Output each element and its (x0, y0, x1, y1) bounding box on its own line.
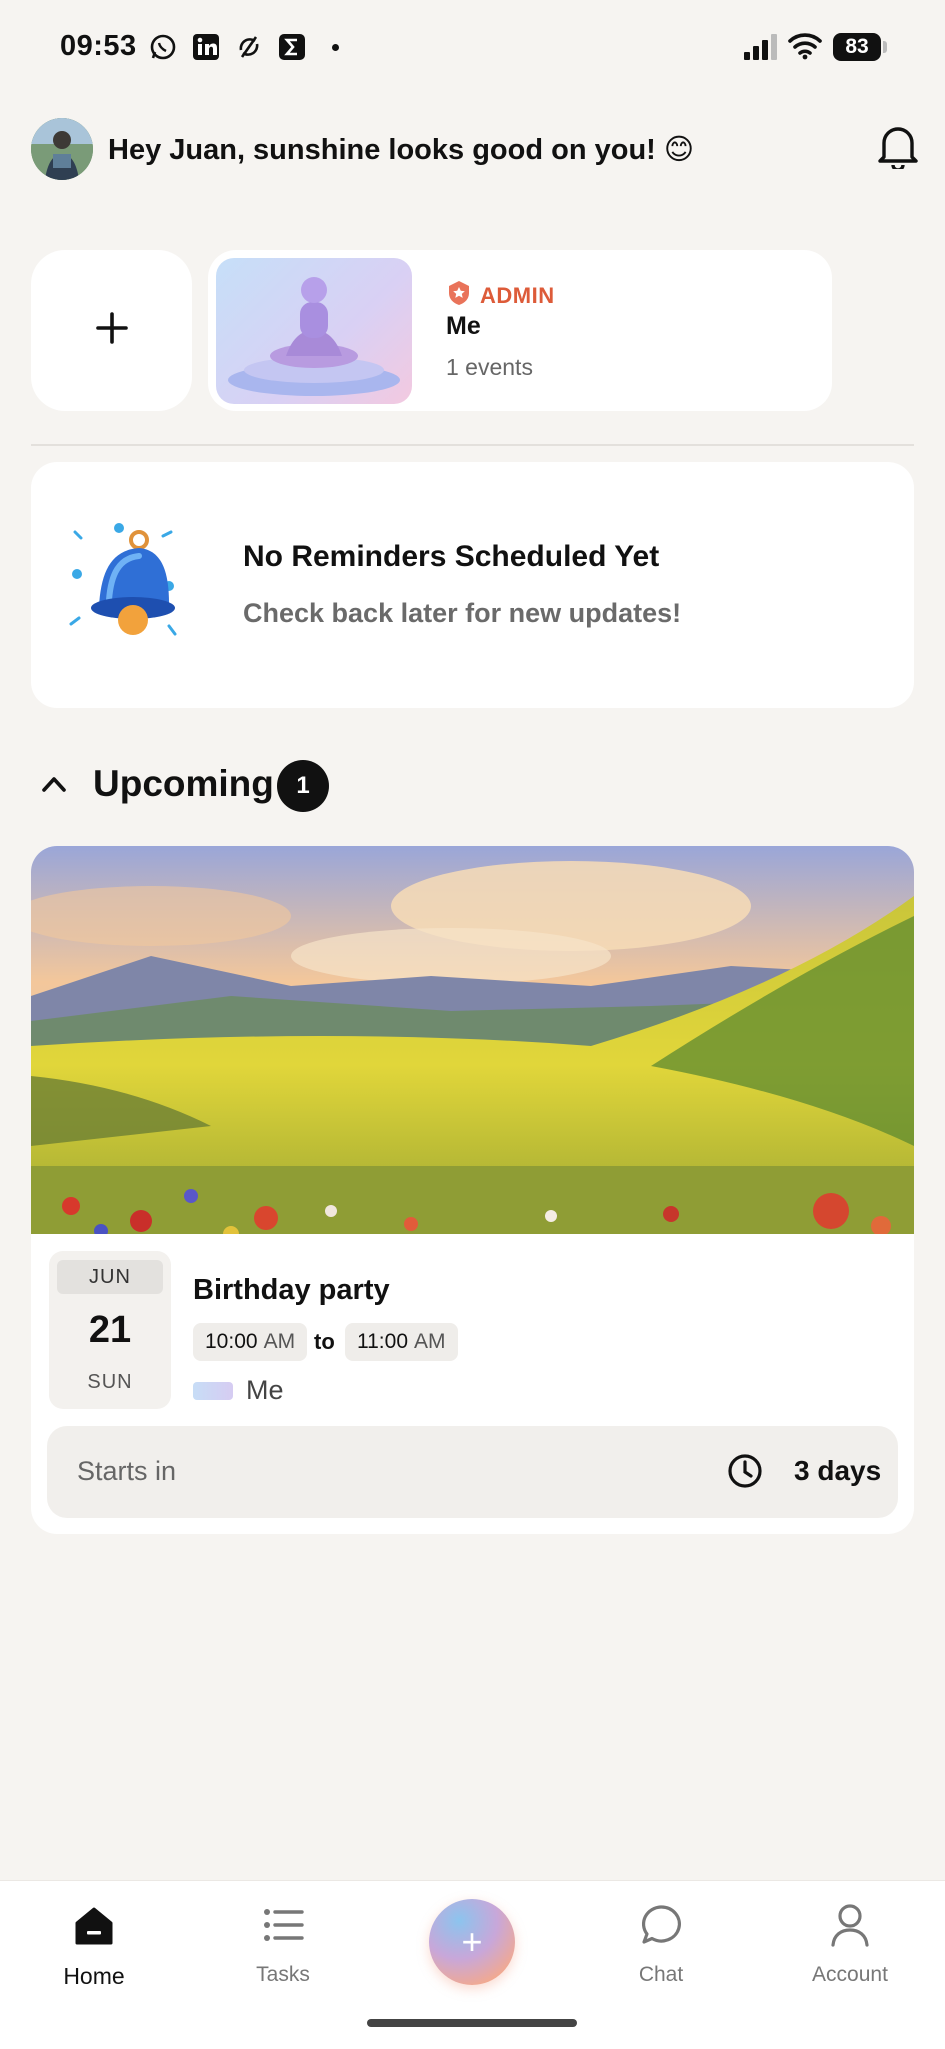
start-time-value: 10:00 (205, 1330, 258, 1353)
space-thumbnail (216, 258, 412, 404)
nav-account[interactable]: Account (775, 1901, 925, 2001)
end-time-ampm: AM (414, 1330, 446, 1353)
event-end-time: 11:00 AM (345, 1323, 458, 1361)
avatar[interactable] (31, 118, 93, 180)
nav-chat[interactable]: Chat (586, 1901, 736, 2001)
list-icon (259, 1901, 307, 1949)
greeting-text: Hey Juan, sunshine looks good on you! 😊 (108, 134, 695, 166)
event-month: JUN (57, 1260, 163, 1294)
time-separator: to (314, 1329, 335, 1354)
nav-account-label: Account (812, 1963, 888, 1986)
event-space-name: Me (246, 1375, 284, 1405)
event-title: Birthday party (193, 1274, 390, 1306)
starts-in-value: 3 days (794, 1455, 882, 1486)
end-time-value: 11:00 (357, 1330, 408, 1353)
chevron-up-icon (41, 775, 67, 798)
upcoming-count-badge: 1 (277, 760, 329, 812)
sigma-app-icon (277, 32, 307, 62)
space-role-label: ADMIN (480, 283, 555, 308)
nav-home[interactable]: Home (19, 1901, 169, 2001)
reminders-title: No Reminders Scheduled Yet (243, 540, 660, 573)
upcoming-title: Upcoming (93, 763, 274, 804)
upcoming-collapse-toggle[interactable] (36, 768, 72, 804)
home-icon (70, 1901, 118, 1949)
reminders-card: No Reminders Scheduled Yet Check back la… (31, 462, 914, 708)
admin-shield-icon (446, 280, 472, 312)
home-indicator (367, 2019, 577, 2027)
nav-chat-label: Chat (638, 1963, 684, 1986)
whatsapp-icon (148, 32, 178, 62)
event-weekday: SUN (87, 1371, 133, 1393)
starts-in-bar: Starts in 3 days (47, 1426, 898, 1518)
event-date-block: JUN 21 SUN (49, 1251, 171, 1409)
plus-icon: + (461, 1921, 483, 1962)
space-name: Me (446, 312, 481, 340)
status-bar: 09:53 83 (0, 0, 945, 95)
nav-tasks-label: Tasks (256, 1963, 310, 1986)
reminder-bell-illustration (63, 514, 193, 654)
start-time-ampm: AM (263, 1330, 296, 1353)
create-button[interactable]: + (429, 1899, 515, 1985)
more-notifications-dot (332, 44, 339, 51)
space-event-count: 1 events (446, 354, 533, 380)
event-space-thumbnail (193, 1382, 233, 1400)
event-start-time: 10:00 AM (193, 1323, 308, 1361)
clock-icon (726, 1452, 764, 1490)
wifi-icon (788, 32, 822, 65)
admin-badge: ADMIN (446, 280, 555, 312)
add-space-button[interactable] (31, 250, 192, 411)
battery-cap (883, 41, 887, 53)
nav-tasks[interactable]: Tasks (208, 1901, 358, 2001)
status-time: 09:53 (60, 30, 137, 62)
bottom-navigation: Home Tasks + Chat Account (0, 1880, 945, 2049)
notifications-button[interactable] (872, 122, 924, 174)
battery-indicator: 83 (833, 33, 881, 61)
starts-in-label: Starts in (77, 1456, 177, 1486)
divider (31, 444, 914, 446)
reminders-subtitle: Check back later for new updates! (243, 598, 682, 628)
user-icon (826, 1901, 874, 1949)
event-day: 21 (88, 1309, 132, 1351)
chat-bubble-icon (637, 1901, 685, 1949)
linkedin-icon (191, 32, 221, 62)
event-banner-image (31, 846, 914, 1242)
cellular-signal-icon (744, 34, 778, 65)
plus-icon (94, 310, 130, 351)
sync-icon (234, 32, 264, 62)
bell-icon (876, 123, 920, 174)
event-card[interactable]: JUN 21 SUN Birthday party 10:00 AM to 11… (31, 846, 914, 1534)
nav-home-label: Home (63, 1963, 125, 1989)
space-card[interactable]: ADMIN Me 1 events (208, 250, 832, 411)
